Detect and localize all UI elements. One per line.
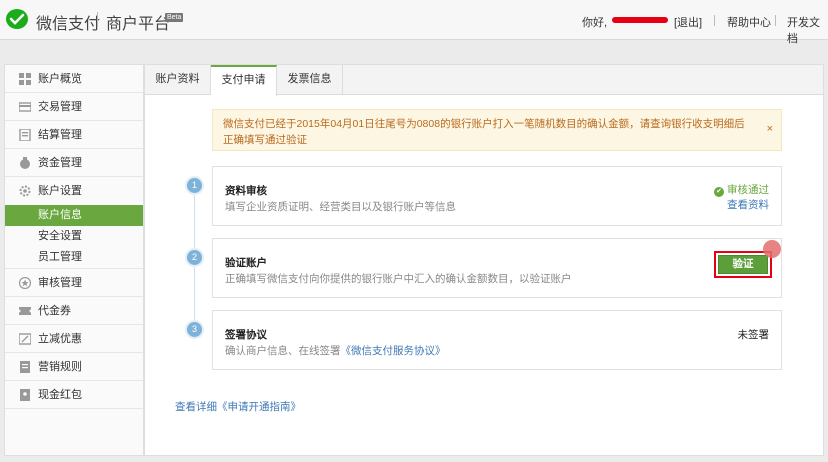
wechat-pay-logo-icon — [6, 9, 28, 29]
status-approved: ✔ 审核通过 — [714, 182, 769, 197]
sidebar-item-label: 现金红包 — [38, 389, 82, 401]
username-redacted — [612, 17, 668, 23]
service-agreement-link[interactable]: 《微信支付服务协议》 — [341, 345, 446, 357]
red-packet-icon — [20, 389, 30, 401]
header-divider — [775, 15, 776, 26]
sidebar-subitem-account-info[interactable]: 账户信息 — [5, 205, 143, 226]
sidebar-item-account-settings[interactable]: 账户设置 — [5, 177, 143, 205]
verification-notice: 微信支付已经于2015年04月01日往尾号为0808的银行账户打入一笔随机数目的… — [212, 109, 782, 151]
voucher-icon — [19, 307, 31, 315]
sidebar-item-label: 账户设置 — [38, 185, 82, 197]
check-circle-icon: ✔ — [714, 187, 724, 197]
header-divider — [714, 15, 715, 26]
rules-icon — [20, 361, 30, 373]
step-card-data-review: 资料审核 填写企业资质证明、经营类目以及银行账户等信息 ✔ 审核通过 查看资料 — [212, 166, 782, 226]
view-data-link[interactable]: 查看资料 — [727, 197, 769, 212]
top-header: 微信支付 商户平台 Beta 你好, [退出] 帮助中心 开发文档 — [0, 0, 828, 45]
step-number-1: 1 — [187, 178, 202, 193]
sidebar-subitem-staff[interactable]: 员工管理 — [5, 247, 143, 269]
verify-button[interactable]: 验证 — [718, 255, 768, 274]
notice-text: 微信支付已经于2015年04月01日往尾号为0808的银行账户打入一笔随机数目的… — [223, 118, 745, 146]
tab-payment-application[interactable]: 支付申请 — [211, 65, 277, 96]
tab-invoice-info[interactable]: 发票信息 — [277, 65, 343, 95]
desc-prefix: 确认商户信息、在线签署 — [225, 345, 341, 357]
sidebar-item-funds[interactable]: 资金管理 — [5, 149, 143, 177]
star-icon — [19, 277, 31, 289]
card-icon — [19, 102, 31, 112]
click-indicator — [763, 240, 781, 258]
sidebar-item-label: 账户概览 — [38, 73, 82, 85]
logout-link[interactable]: [退出] — [674, 14, 702, 30]
gear-icon — [19, 185, 31, 197]
sidebar-item-cash-red-packet[interactable]: 现金红包 — [5, 381, 143, 409]
discount-icon — [19, 333, 31, 345]
logo-text: 微信支付 — [36, 16, 101, 33]
sidebar-subitem-security[interactable]: 安全设置 — [5, 226, 143, 247]
beta-badge: Beta — [165, 13, 184, 22]
platform-title: 商户平台 — [106, 16, 171, 33]
sidebar-item-label: 审核管理 — [38, 277, 82, 289]
step-description: 确认商户信息、在线签署《微信支付服务协议》 — [225, 343, 446, 358]
tab-bar: 账户资料 支付申请 发票信息 — [145, 65, 823, 96]
grid-icon — [19, 73, 31, 85]
step-description: 填写企业资质证明、经营类目以及银行账户等信息 — [225, 201, 456, 213]
sidebar-item-label: 营销规则 — [38, 361, 82, 373]
tab-account-profile[interactable]: 账户资料 — [145, 65, 211, 95]
step-card-sign-agreement: 签署协议 确认商户信息、在线签署《微信支付服务协议》 未签署 — [212, 310, 782, 370]
sidebar-item-vouchers[interactable]: 代金券 — [5, 297, 143, 325]
sidebar-item-label: 结算管理 — [38, 129, 82, 141]
step-title: 验证账户 — [225, 257, 267, 269]
sidebar-item-account-overview[interactable]: 账户概览 — [5, 65, 143, 93]
step-number-2: 2 — [187, 250, 202, 265]
step-card-verify-account: 验证账户 正确填写微信支付向你提供的银行账户中汇入的确认金额数目，以验证账户 验… — [212, 238, 782, 298]
status-unsigned: 未签署 — [737, 329, 770, 341]
sidebar-item-review[interactable]: 审核管理 — [5, 269, 143, 297]
sidebar-item-label: 立减优惠 — [38, 333, 82, 345]
sidebar-item-label: 资金管理 — [38, 157, 82, 169]
help-center-link[interactable]: 帮助中心 — [727, 14, 771, 30]
sidebar-item-marketing-rules[interactable]: 营销规则 — [5, 353, 143, 381]
money-bag-icon — [20, 157, 30, 169]
application-guide-link[interactable]: 查看详细《申请开通指南》 — [175, 399, 301, 414]
verify-button-highlight: 验证 — [714, 251, 772, 278]
sidebar-item-transactions[interactable]: 交易管理 — [5, 93, 143, 121]
step-title: 资料审核 — [225, 185, 267, 197]
step-number-3: 3 — [187, 322, 202, 337]
document-icon — [19, 129, 31, 141]
step-description: 正确填写微信支付向你提供的银行账户中汇入的确认金额数目，以验证账户 — [225, 273, 572, 285]
sidebar-item-label: 代金券 — [38, 305, 71, 317]
dev-docs-link[interactable]: 开发文档 — [787, 14, 828, 46]
greeting-text: 你好, — [582, 17, 608, 29]
sidebar-item-settlement[interactable]: 结算管理 — [5, 121, 143, 149]
step-title: 签署协议 — [225, 329, 267, 341]
sidebar-item-discounts[interactable]: 立减优惠 — [5, 325, 143, 353]
close-icon[interactable]: × — [767, 121, 773, 137]
sidebar-item-label: 交易管理 — [38, 101, 82, 113]
logo-divider — [97, 12, 98, 28]
main-panel: 账户资料 支付申请 发票信息 微信支付已经于2015年04月01日往尾号为080… — [144, 64, 824, 456]
sidebar: 账户概览 交易管理 结算管理 资金管理 账户设置 账户信息 安全设置 员工管理 … — [4, 64, 144, 456]
status-text: 审核通过 — [727, 184, 769, 196]
